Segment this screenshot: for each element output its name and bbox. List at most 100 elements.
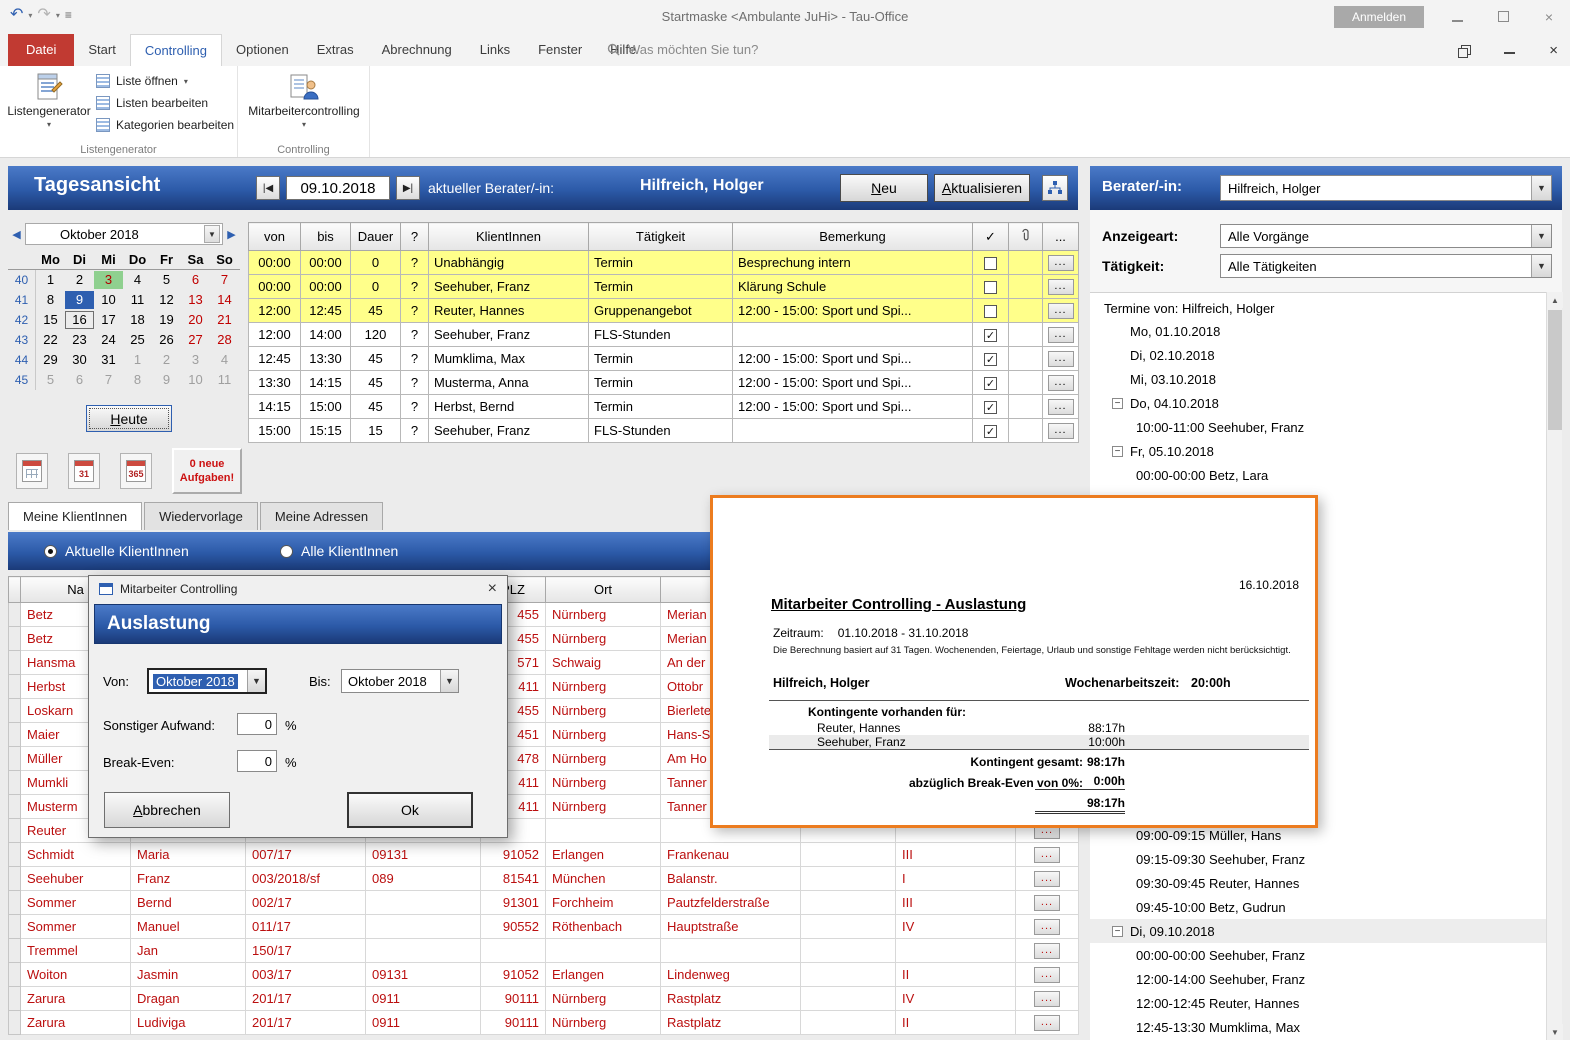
client-row[interactable]: Tremmel Jan 150/17... — [8, 938, 1079, 963]
calendar-day[interactable]: 16 — [65, 311, 94, 329]
year-calendar-button[interactable]: 365 — [120, 453, 152, 489]
chevron-down-icon[interactable]: ▼ — [440, 670, 458, 692]
appointment-column-header[interactable] — [1008, 222, 1043, 251]
scroll-down-icon[interactable]: ▼ — [1547, 1024, 1563, 1040]
client-row[interactable]: Seehuber Franz 003/2018/sf 089 81541 München B… — [8, 866, 1079, 891]
calendar-day[interactable]: 23 — [65, 331, 94, 349]
row-selector[interactable] — [8, 890, 21, 915]
menu-tab-start[interactable]: Start — [74, 34, 129, 66]
row-selector[interactable] — [8, 770, 21, 795]
calendar-day[interactable]: 27 — [181, 331, 210, 349]
row-selector[interactable] — [8, 674, 21, 699]
mdi-minimize-button[interactable] — [1504, 47, 1516, 54]
row-selector[interactable] — [8, 938, 21, 963]
scrollbar-thumb[interactable] — [1548, 310, 1562, 430]
appointment-column-header[interactable]: bis — [300, 222, 351, 251]
tree-appointment-item[interactable]: 00:00-00:00 Betz, Lara — [1090, 463, 1546, 487]
tab-meine-klientinnen[interactable]: Meine KlientInnen — [8, 502, 143, 530]
tree-date-item[interactable]: Mi, 03.10.2018 — [1090, 367, 1546, 391]
calendar-month-select[interactable]: Oktober 2018 ▼ — [25, 223, 223, 245]
dialog-close-icon[interactable]: × — [488, 580, 497, 598]
menu-tab-extras[interactable]: Extras — [303, 34, 368, 66]
row-options-button[interactable]: ... — [1047, 302, 1074, 319]
row-selector[interactable] — [8, 698, 21, 723]
done-checkbox[interactable]: ✓ — [984, 401, 997, 415]
chevron-down-icon[interactable]: ▼ — [204, 225, 220, 243]
menu-tab-links[interactable]: Links — [466, 34, 524, 66]
break-even-input[interactable]: 0 — [237, 750, 277, 772]
tree-appointment-item[interactable]: 09:45-10:00 Betz, Gudrun — [1090, 895, 1546, 919]
heute-button[interactable]: Heute — [86, 405, 172, 432]
calendar-day[interactable]: 10 — [181, 371, 210, 389]
appointment-row[interactable]: 15:00 15:15 15? Seehuber, Franz FLS-Stunden ✓… — [248, 418, 1079, 443]
appointment-column-header[interactable]: ? — [400, 222, 429, 251]
berater-select[interactable]: Hilfreich, Holger ▼ — [1220, 175, 1552, 201]
row-selector[interactable] — [8, 794, 21, 819]
tree-expander-icon[interactable]: − — [1112, 397, 1123, 409]
date-next-button[interactable]: ▶| — [396, 176, 420, 200]
tree-expander-icon[interactable]: − — [1112, 445, 1123, 457]
dialog-titlebar[interactable]: Mitarbeiter Controlling × — [89, 576, 507, 602]
row-selector[interactable] — [8, 602, 21, 627]
calendar-day[interactable]: 11 — [210, 371, 239, 389]
calendar-day[interactable]: 17 — [94, 311, 123, 329]
row-selector[interactable] — [8, 866, 21, 891]
tree-appointment-item[interactable]: 12:00-12:45 Reuter, Hannes — [1090, 991, 1546, 1015]
calendar-day[interactable]: 7 — [210, 271, 239, 289]
appointment-row[interactable]: 12:45 13:30 45? Mumklima, Max Termin 12:00 - … — [248, 346, 1079, 371]
undo-icon[interactable]: ↶ — [10, 6, 23, 24]
calendar-day[interactable]: 12 — [152, 291, 181, 309]
calendar-prev-icon[interactable]: ◀ — [8, 228, 25, 241]
client-options-button[interactable]: ... — [1034, 1014, 1060, 1031]
anmelden-button[interactable]: Anmelden — [1333, 6, 1424, 28]
ribbon-small-button[interactable]: Listen bearbeiten — [96, 96, 234, 110]
client-options-button[interactable]: ... — [1034, 966, 1060, 983]
client-options-button[interactable]: ... — [1034, 846, 1060, 863]
client-row[interactable]: Sommer Manuel 011/17 90552 Röthenbach Hauptst… — [8, 914, 1079, 939]
calendar-day[interactable]: 24 — [94, 331, 123, 349]
row-selector[interactable] — [8, 914, 21, 939]
calendar-day[interactable]: 28 — [210, 331, 239, 349]
row-selector[interactable] — [8, 650, 21, 675]
appointment-column-header[interactable]: ✓ — [972, 222, 1009, 251]
day-calendar-button[interactable] — [16, 453, 48, 489]
qat-customize-icon[interactable]: ≡ — [65, 6, 72, 24]
mdi-restore-button[interactable] — [1458, 44, 1472, 58]
calendar-day[interactable]: 5 — [152, 271, 181, 289]
appointment-column-header[interactable]: ... — [1042, 222, 1079, 251]
von-select[interactable]: Oktober 2018 ▼ — [147, 668, 267, 694]
calendar-day[interactable]: 7 — [94, 371, 123, 389]
calendar-day[interactable]: 1 — [123, 351, 152, 369]
row-selector[interactable] — [8, 722, 21, 747]
tree-appointment-item[interactable]: 09:15-09:30 Seehuber, Franz — [1090, 847, 1546, 871]
radio-alle-klientinnen[interactable]: Alle KlientInnen — [280, 543, 398, 559]
calendar-day[interactable]: 18 — [123, 311, 152, 329]
calendar-day[interactable]: 21 — [210, 311, 239, 329]
calendar-day[interactable]: 8 — [36, 291, 65, 309]
calendar-day[interactable]: 9 — [65, 291, 94, 309]
done-checkbox[interactable]: ✓ — [984, 329, 997, 343]
menu-tab-controlling[interactable]: Controlling — [129, 34, 222, 66]
tree-date-item[interactable]: − Fr, 05.10.2018 — [1090, 439, 1546, 463]
calendar-day[interactable]: 22 — [36, 331, 65, 349]
row-selector[interactable] — [8, 986, 21, 1011]
calendar-day[interactable]: 9 — [152, 371, 181, 389]
calendar-next-icon[interactable]: ▶ — [223, 228, 240, 241]
calendar-day[interactable]: 29 — [36, 351, 65, 369]
done-checkbox[interactable] — [984, 305, 997, 319]
row-options-button[interactable]: ... — [1047, 350, 1074, 367]
ok-button[interactable]: Ok — [347, 792, 473, 828]
calendar-day[interactable]: 2 — [152, 351, 181, 369]
chevron-down-icon[interactable]: ▼ — [247, 670, 265, 692]
ribbon-small-button[interactable]: Kategorien bearbeiten — [96, 118, 234, 132]
tree-date-item[interactable]: − Do, 04.10.2018 — [1090, 391, 1546, 415]
ribbon-small-button[interactable]: Liste öffnen ▾ — [96, 74, 234, 88]
appointment-row[interactable]: 12:00 14:00 120? Seehuber, Franz FLS-Stunden… — [248, 322, 1079, 347]
appointment-column-header[interactable]: Bemerkung — [732, 222, 973, 251]
menu-tab-optionen[interactable]: Optionen — [222, 34, 303, 66]
appointment-row[interactable]: 14:15 15:00 45? Herbst, Bernd Termin 12:00 - … — [248, 394, 1079, 419]
appointment-row[interactable]: 13:30 14:15 45? Musterma, Anna Termin 12:00 -… — [248, 370, 1079, 395]
done-checkbox[interactable] — [984, 257, 997, 271]
calendar-day[interactable]: 3 — [94, 271, 123, 289]
calendar-day[interactable]: 30 — [65, 351, 94, 369]
